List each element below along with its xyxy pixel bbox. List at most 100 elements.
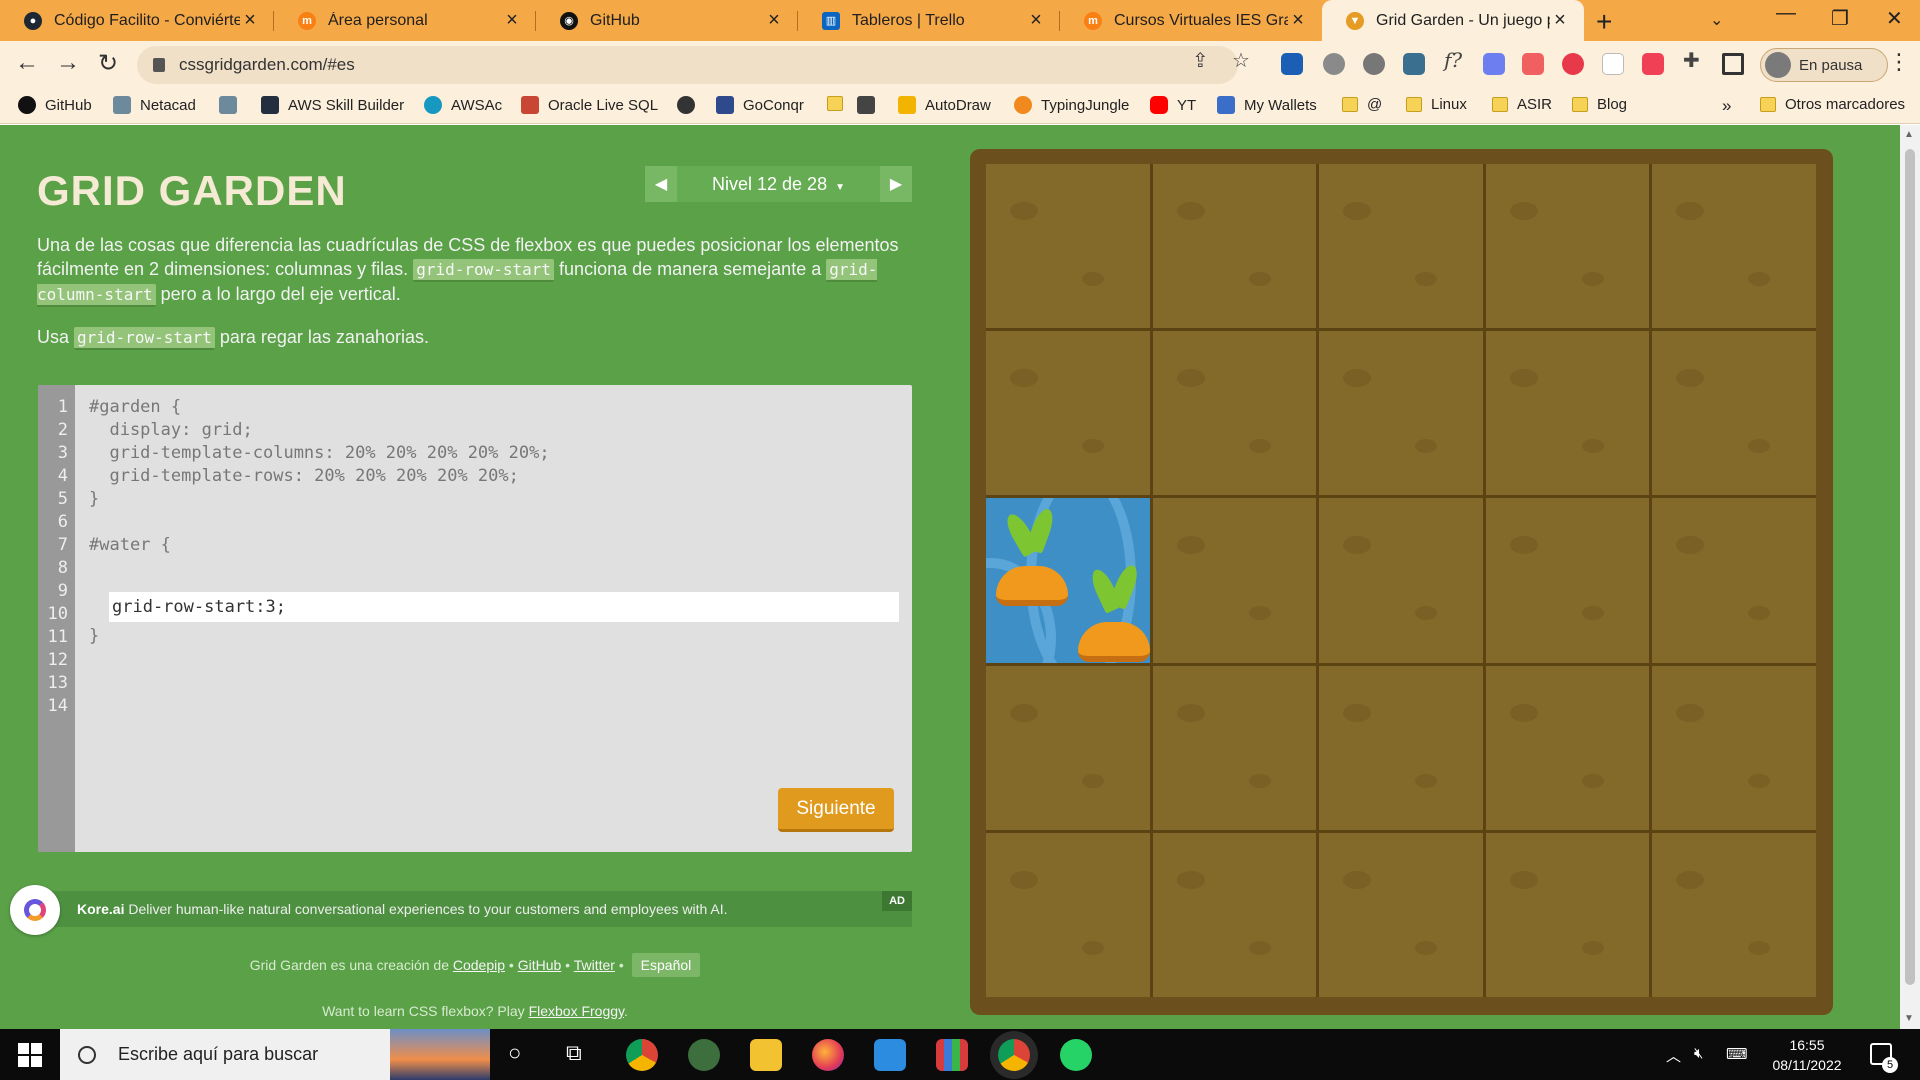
tab-github[interactable]: ◉ GitHub × [536, 0, 798, 41]
bookmark-tools[interactable] [857, 96, 884, 114]
chrome-icon[interactable] [626, 1039, 658, 1071]
page-scrollbar[interactable]: ▲ ▼ [1900, 125, 1920, 1029]
extension-icon[interactable] [1562, 53, 1584, 75]
extension-icon[interactable] [1281, 53, 1303, 75]
taskbar-clock[interactable]: 16:55 08/11/2022 [1762, 1035, 1852, 1075]
share-icon[interactable]: ⇪ [1192, 48, 1209, 73]
side-panel-icon[interactable] [1722, 53, 1744, 75]
youtube-icon [1150, 96, 1168, 114]
line-number: 8 [57, 558, 68, 578]
extension-icon[interactable] [1522, 53, 1544, 75]
level-dropdown[interactable]: Nivel 12 de 28 ▼ [677, 174, 880, 195]
bookmark-typingjungle[interactable]: TypingJungle [1014, 96, 1129, 114]
formula-extension-icon[interactable]: f? [1444, 48, 1462, 72]
lock-icon[interactable] [153, 58, 165, 72]
bookmark-my-wallets[interactable]: My Wallets [1217, 96, 1317, 114]
keyboard-icon[interactable]: ⌨ [1726, 1045, 1748, 1063]
globe-icon [677, 96, 695, 114]
tab-search-icon[interactable]: ⌄ [1710, 10, 1723, 30]
chrome-active-icon[interactable] [998, 1039, 1030, 1071]
soil-cell [986, 164, 1150, 329]
code-extension-icon[interactable] [1403, 53, 1425, 75]
windows-start-icon[interactable] [18, 1043, 42, 1067]
search-icon [78, 1045, 96, 1064]
puzzle-icon[interactable]: ✚ [1683, 48, 1700, 73]
soil-cell [1152, 665, 1317, 830]
volume-muted-icon[interactable]: 🔇︎ [1694, 1045, 1703, 1062]
close-icon[interactable]: × [1288, 9, 1308, 32]
tray-chevron-icon[interactable]: ︿ [1666, 1045, 1681, 1066]
taskbar-search[interactable]: Escribe aquí para buscar [60, 1029, 490, 1080]
bookmark-globe[interactable] [677, 96, 704, 114]
firefox-icon[interactable] [812, 1039, 844, 1071]
bookmark-other[interactable]: Otros marcadores [1760, 96, 1905, 113]
back-button[interactable]: ← [12, 49, 42, 77]
close-icon[interactable]: × [502, 9, 522, 32]
bookmark-oracle-live-sql[interactable]: Oracle Live SQL [521, 96, 658, 114]
close-icon[interactable]: × [240, 9, 260, 32]
bookmark-folder[interactable] [827, 96, 852, 111]
soil-cell [1319, 832, 1483, 997]
bookmark-goconqr[interactable]: GoConqr [716, 96, 804, 114]
tab-cursos-virtuales[interactable]: m Cursos Virtuales IES Gran C × [1060, 0, 1322, 41]
carrot-icon: ▼ [1346, 11, 1364, 30]
soil-cell [1152, 164, 1317, 329]
bookmark-awsac[interactable]: AWSAc [424, 96, 502, 114]
language-selector[interactable]: Español [631, 953, 701, 977]
bookmark-at-folder[interactable]: @ [1342, 96, 1382, 113]
scroll-up-icon[interactable]: ▲ [1904, 129, 1914, 140]
bookmarks-overflow-button[interactable]: » [1722, 96, 1731, 116]
codepip-link[interactable]: Codepip [453, 957, 505, 973]
scroll-down-icon[interactable]: ▼ [1904, 1013, 1914, 1024]
bookmark-autodraw[interactable]: AutoDraw [898, 96, 991, 114]
scrollbar-thumb[interactable] [1905, 149, 1915, 985]
close-window-button[interactable]: ✕ [1886, 6, 1903, 31]
close-icon[interactable]: × [764, 9, 784, 32]
restore-button[interactable]: ❐ [1831, 6, 1849, 31]
reload-button[interactable]: ↻ [93, 49, 123, 78]
next-button[interactable]: Siguiente [778, 788, 894, 832]
close-icon[interactable]: × [1026, 9, 1046, 32]
layers-extension-icon[interactable] [1483, 53, 1505, 75]
bookmark-aws-skill-builder[interactable]: AWS Skill Builder [261, 96, 404, 114]
flexbox-froggy-link[interactable]: Flexbox Froggy [529, 1003, 624, 1019]
pocket-icon[interactable] [1642, 53, 1664, 75]
tab-title: Cursos Virtuales IES Gran C [1114, 11, 1288, 29]
bookmark-cisco[interactable] [219, 96, 246, 114]
tab-area-personal[interactable]: m Área personal × [274, 0, 536, 41]
extension-icon[interactable] [1602, 53, 1624, 75]
bookmark-linux[interactable]: Linux [1406, 96, 1467, 113]
close-icon[interactable]: × [1550, 9, 1570, 32]
forward-button[interactable]: → [53, 49, 83, 77]
css-answer-input[interactable] [109, 592, 899, 622]
app-icon[interactable] [688, 1039, 720, 1071]
file-explorer-icon[interactable] [750, 1039, 782, 1071]
whatsapp-icon[interactable] [1060, 1039, 1092, 1071]
minimize-button[interactable]: — [1776, 2, 1796, 25]
cortana-icon[interactable]: ○ [508, 1040, 521, 1066]
bookmark-github[interactable]: GitHub [18, 96, 92, 114]
winrar-icon[interactable] [936, 1039, 968, 1071]
mail-icon[interactable] [874, 1039, 906, 1071]
soil-cell [1319, 665, 1483, 830]
ad-banner[interactable]: Kore.ai Deliver human-like natural conve… [10, 885, 912, 935]
previous-level-button[interactable]: ◀ [645, 166, 677, 202]
task-view-icon[interactable]: ⧉ [566, 1040, 582, 1066]
address-bar[interactable]: cssgridgarden.com/#es [137, 46, 1238, 84]
tab-codigo-facilito[interactable]: ● Código Facilito - Conviértet × [0, 0, 274, 41]
bookmark-yt[interactable]: YT [1150, 96, 1196, 114]
twitter-link[interactable]: Twitter [574, 957, 615, 973]
bookmark-star-icon[interactable]: ☆ [1232, 48, 1250, 73]
tab-grid-garden[interactable]: ▼ Grid Garden - Un juego par × [1322, 0, 1584, 41]
bookmark-netacad[interactable]: Netacad [113, 96, 196, 114]
next-level-button[interactable]: ▶ [880, 166, 912, 202]
bookmark-asir[interactable]: ASIR [1492, 96, 1552, 113]
extension-icon[interactable] [1323, 53, 1345, 75]
new-tab-button[interactable]: + [1596, 6, 1612, 38]
menu-icon[interactable]: ⋮ [1888, 49, 1910, 75]
tab-trello[interactable]: ▥ Tableros | Trello × [798, 0, 1060, 41]
github-link[interactable]: GitHub [518, 957, 562, 973]
extension-icon[interactable] [1363, 53, 1385, 75]
bookmark-blog[interactable]: Blog [1572, 96, 1627, 113]
profile-button[interactable]: En pausa [1760, 48, 1888, 82]
